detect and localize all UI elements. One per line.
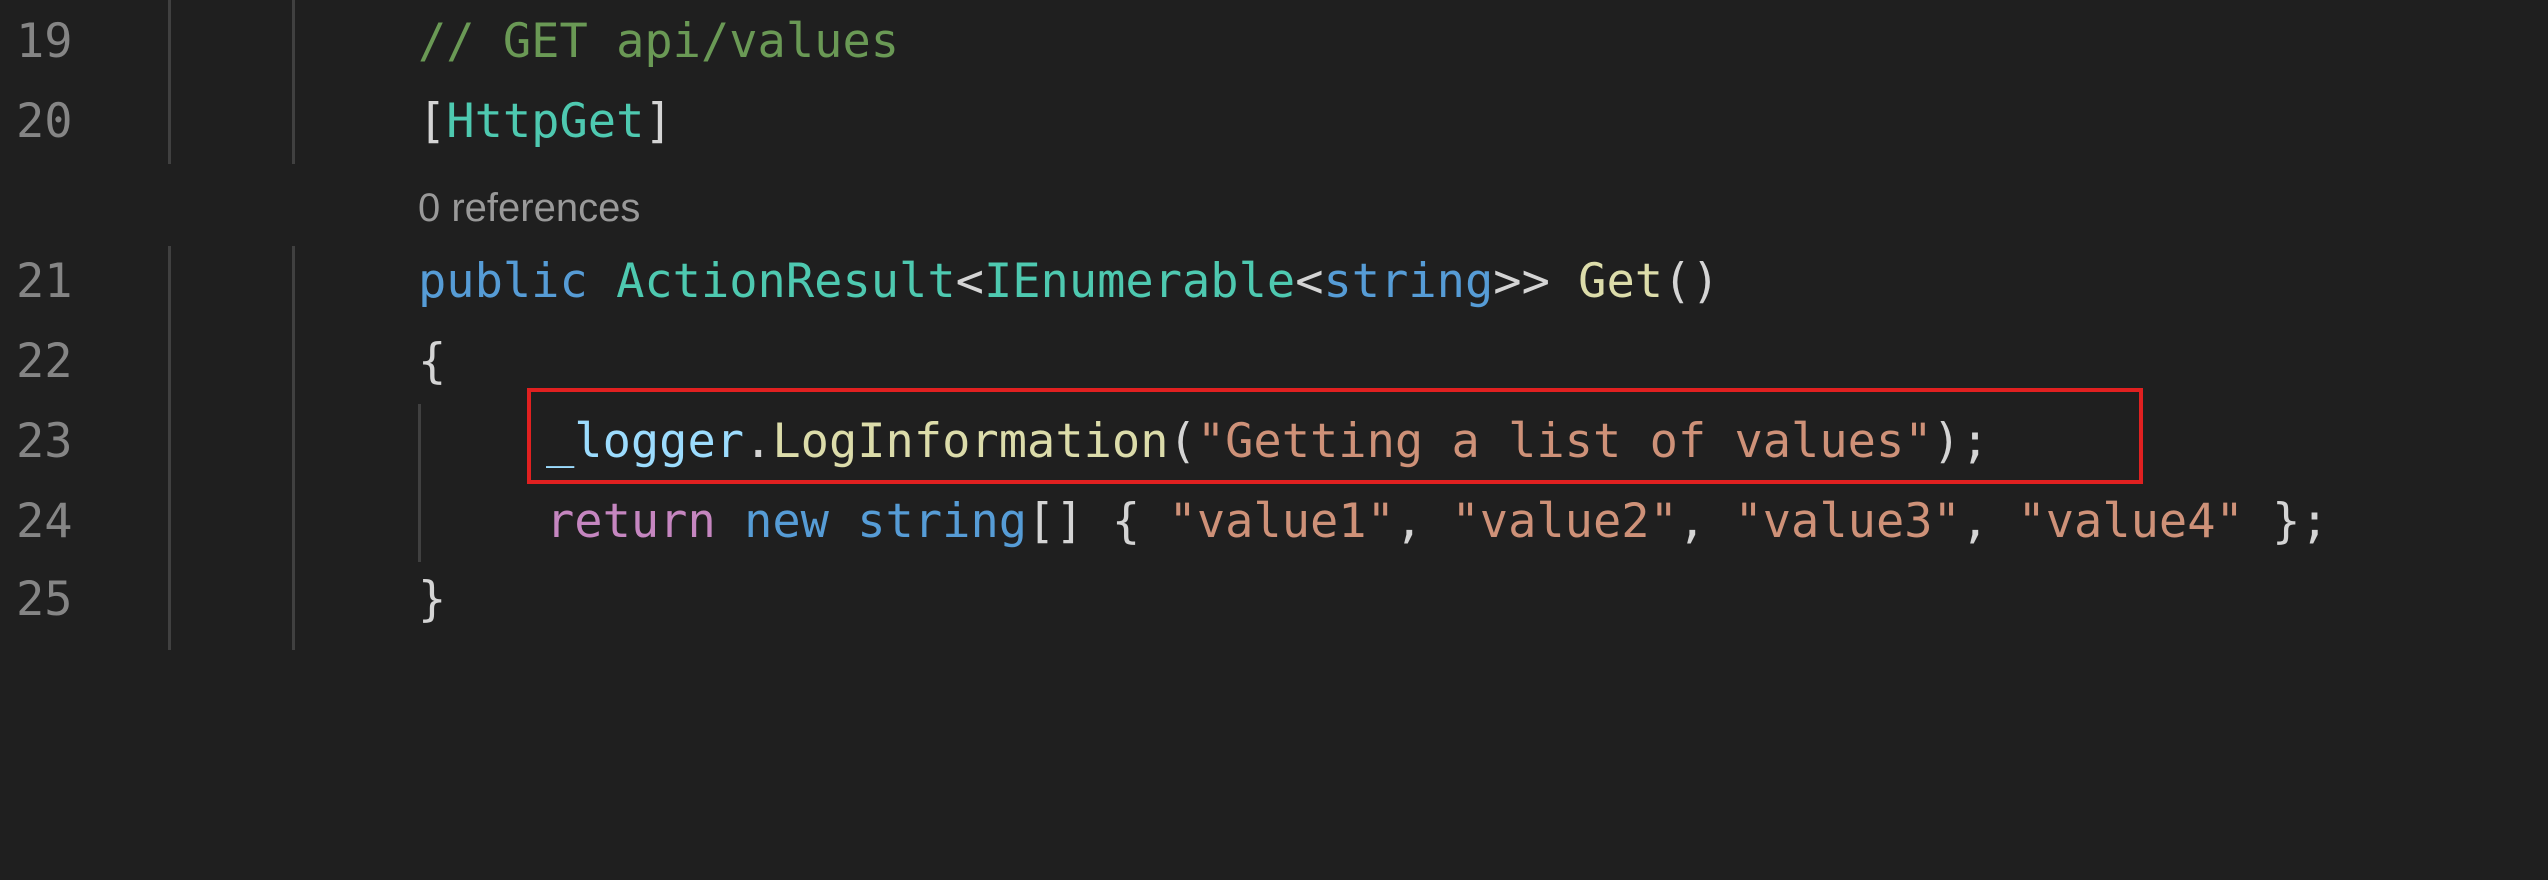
comment-token: // GET api/values (418, 14, 900, 69)
string-token: "value2" (1451, 494, 1678, 549)
line-number: 20 (16, 94, 73, 149)
line-number: 19 (16, 14, 73, 69)
code-editor[interactable]: 19 // GET api/values 20 [HttpGet] 0 refe… (0, 0, 2548, 650)
codelens-references[interactable]: 0 references (418, 178, 640, 238)
punctuation-token: ] (644, 94, 673, 149)
attribute-token: HttpGet (446, 94, 645, 149)
keyword-token: string (857, 494, 1028, 549)
line-content[interactable]: return new string[] { "value1", "value2"… (546, 482, 2329, 562)
keyword-token: string (1323, 254, 1494, 309)
punctuation-token: , (1677, 494, 1735, 549)
punctuation-token: }; (2243, 494, 2329, 549)
line-number: 22 (16, 334, 73, 389)
type-token: IEnumerable (983, 254, 1296, 309)
code-line[interactable]: 19 // GET api/values (0, 2, 2548, 82)
punctuation-token: [ (418, 94, 447, 149)
line-number: 23 (16, 414, 73, 469)
line-content[interactable]: [HttpGet] (418, 82, 673, 162)
keyword-token: return (546, 494, 716, 549)
line-number: 25 (16, 572, 73, 627)
code-line[interactable]: 24 return new string[] { "value1", "valu… (0, 482, 2548, 562)
line-number: 24 (16, 494, 73, 549)
line-content[interactable]: { (418, 322, 446, 402)
punctuation-token: , (1960, 494, 2018, 549)
string-token: "value4" (2017, 494, 2244, 549)
highlight-box (527, 388, 2143, 484)
code-line[interactable]: 21 public ActionResult<IEnumerable<strin… (0, 242, 2548, 322)
code-line[interactable]: 20 [HttpGet] (0, 82, 2548, 162)
line-number: 21 (16, 254, 73, 309)
method-token: Get (1578, 254, 1664, 309)
line-content[interactable]: } (418, 560, 446, 640)
line-content[interactable]: public ActionResult<IEnumerable<string>>… (418, 242, 1720, 322)
punctuation-token: < (1295, 254, 1324, 309)
punctuation-token: } (418, 572, 447, 627)
string-token: "value1" (1168, 494, 1395, 549)
punctuation-token: [] { (1027, 494, 1169, 549)
string-token: "value3" (1734, 494, 1961, 549)
line-content[interactable]: // GET api/values (418, 2, 899, 82)
punctuation-token: < (955, 254, 984, 309)
punctuation-token: { (418, 334, 447, 389)
code-line[interactable]: 25 } (0, 560, 2548, 640)
punctuation-token: () (1663, 254, 1720, 309)
punctuation-token: >> (1493, 254, 1550, 309)
punctuation-token: , (1394, 494, 1452, 549)
keyword-token: public (418, 254, 588, 309)
keyword-token: new (744, 494, 829, 549)
type-token: ActionResult (616, 254, 956, 309)
